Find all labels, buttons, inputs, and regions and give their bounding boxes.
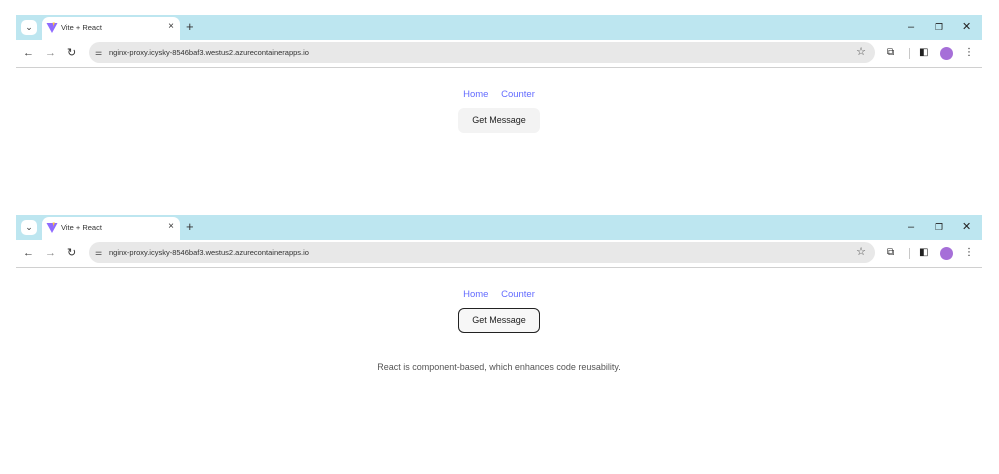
vite-logo-icon xyxy=(46,222,58,233)
tab-title: Vite + React xyxy=(61,223,102,232)
tab-search-button[interactable]: ⌄ xyxy=(21,220,37,235)
get-message-button[interactable]: Get Message xyxy=(458,108,540,133)
close-window-button[interactable]: ✕ xyxy=(962,19,971,35)
address-bar[interactable]: ⚌ nginx-proxy.icysky-8546baf3.westus2.az… xyxy=(89,42,875,63)
toolbar-divider xyxy=(909,248,910,259)
browser-toolbar: ← → ↻ ⚌ nginx-proxy.icysky-8546baf3.west… xyxy=(16,240,982,268)
tab-vite-react[interactable]: Vite + React × xyxy=(42,217,180,240)
puzzle-icon[interactable]: ⧉ xyxy=(887,46,894,60)
nav-link-counter[interactable]: Counter xyxy=(501,289,535,300)
nav-link-home[interactable]: Home xyxy=(463,89,488,100)
close-window-button[interactable]: ✕ xyxy=(962,219,971,235)
back-button[interactable]: ← xyxy=(23,46,34,60)
tune-icon[interactable]: ⚌ xyxy=(95,247,102,258)
nav-link-home[interactable]: Home xyxy=(463,289,488,300)
tab-search-button[interactable]: ⌄ xyxy=(21,20,37,35)
chevron-down-icon: ⌄ xyxy=(25,222,33,232)
url-text[interactable]: nginx-proxy.icysky-8546baf3.westus2.azur… xyxy=(109,248,309,257)
tab-strip: ⌄ Vite + React × + – ❐ ✕ xyxy=(16,15,982,40)
minimize-button[interactable]: – xyxy=(908,19,914,35)
chevron-down-icon: ⌄ xyxy=(25,22,33,32)
tab-close-button[interactable]: × xyxy=(168,221,174,233)
restore-button[interactable]: ❐ xyxy=(935,219,943,235)
app-nav: Home Counter xyxy=(16,289,982,300)
star-icon[interactable]: ☆ xyxy=(856,45,866,59)
tab-title: Vite + React xyxy=(61,23,102,32)
star-icon[interactable]: ☆ xyxy=(856,245,866,259)
toolbar-divider xyxy=(909,48,910,59)
reload-button[interactable]: ↻ xyxy=(67,246,76,260)
forward-button[interactable]: → xyxy=(45,46,56,60)
tab-strip: ⌄ Vite + React × + – ❐ ✕ xyxy=(16,215,982,240)
nav-link-counter[interactable]: Counter xyxy=(501,89,535,100)
url-text[interactable]: nginx-proxy.icysky-8546baf3.westus2.azur… xyxy=(109,48,309,57)
kebab-menu-icon[interactable]: ⋮ xyxy=(964,46,974,60)
tune-icon[interactable]: ⚌ xyxy=(95,47,102,58)
vite-logo-icon xyxy=(46,22,58,33)
minimize-button[interactable]: – xyxy=(908,219,914,235)
kebab-menu-icon[interactable]: ⋮ xyxy=(964,246,974,260)
browser-toolbar: ← → ↻ ⚌ nginx-proxy.icysky-8546baf3.west… xyxy=(16,40,982,68)
avatar-icon[interactable] xyxy=(940,47,953,60)
tab-vite-react[interactable]: Vite + React × xyxy=(42,17,180,40)
new-tab-button[interactable]: + xyxy=(186,18,194,36)
browser-window-1: ⌄ Vite + React × + – ❐ ✕ ← → ↻ ⚌ nginx-p… xyxy=(16,15,982,195)
browser-window-2: ⌄ Vite + React × + – ❐ ✕ ← → ↻ ⚌ nginx-p… xyxy=(16,215,982,455)
side-panel-icon[interactable]: ◧ xyxy=(919,246,928,260)
avatar-icon[interactable] xyxy=(940,247,953,260)
new-tab-button[interactable]: + xyxy=(186,218,194,236)
puzzle-icon[interactable]: ⧉ xyxy=(887,246,894,260)
app-nav: Home Counter xyxy=(16,89,982,100)
message-text: React is component-based, which enhances… xyxy=(377,362,621,372)
tab-close-button[interactable]: × xyxy=(168,21,174,33)
get-message-button[interactable]: Get Message xyxy=(458,308,540,333)
back-button[interactable]: ← xyxy=(23,246,34,260)
address-bar[interactable]: ⚌ nginx-proxy.icysky-8546baf3.westus2.az… xyxy=(89,242,875,263)
side-panel-icon[interactable]: ◧ xyxy=(919,46,928,60)
reload-button[interactable]: ↻ xyxy=(67,46,76,60)
restore-button[interactable]: ❐ xyxy=(935,19,943,35)
forward-button[interactable]: → xyxy=(45,246,56,260)
